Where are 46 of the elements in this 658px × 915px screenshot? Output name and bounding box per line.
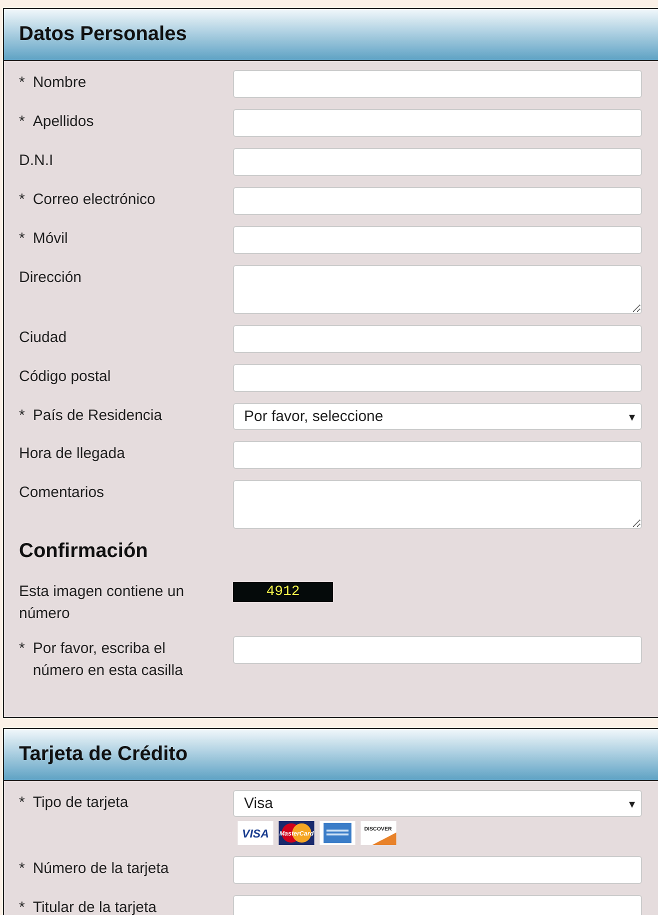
input-field[interactable] [233,187,642,215]
visa-card-icon: VISA [237,821,274,845]
input-field[interactable] [233,895,642,915]
input-field[interactable] [233,364,642,392]
required-mark: * [19,112,25,132]
field-label: Nombre [32,73,86,93]
input-field[interactable] [233,226,642,254]
required-mark: * [19,406,25,426]
required-mark: * [19,190,25,210]
field-label: Móvil [32,229,68,249]
input-field[interactable] [233,109,642,137]
field-label: Hora de llegada [19,444,125,464]
field-label: Por favor, escriba el número en esta casilla [32,639,184,681]
input-field[interactable] [233,441,642,469]
field-label: Tipo de tarjeta [32,793,128,813]
text-area[interactable] [233,480,642,529]
captcha-image: 4912 [233,582,333,602]
field-label: Ciudad [19,328,67,348]
input-field[interactable] [233,70,642,98]
field-label: Dirección [19,268,82,288]
required-mark: * [19,793,25,813]
required-mark: * [19,639,25,659]
input-field[interactable] [233,636,642,664]
section-title: Datos Personales [19,23,187,46]
field-label: Titular de la tarjeta [32,898,157,915]
input-field[interactable] [233,856,642,884]
field-label: País de Residencia [32,406,162,426]
field-label: Esta imagen contiene un número [19,582,186,624]
required-mark: * [19,859,25,879]
field-label: Código postal [19,367,111,387]
field-label: Número de la tarjeta [32,859,169,879]
required-mark: * [19,898,25,915]
input-field[interactable] [233,325,642,353]
required-mark: * [19,229,25,249]
field-label: Comentarios [19,483,104,503]
dropdown[interactable]: Por favor, seleccione ▾ [233,403,642,430]
field-label: D.N.I [19,151,54,171]
amex-card-icon [319,821,356,845]
required-mark: * [19,73,25,93]
text-area[interactable] [233,265,642,314]
field-label: Apellidos [32,112,94,132]
section-title: Tarjeta de Crédito [19,743,188,766]
subsection-title: Confirmación [19,540,149,563]
dropdown[interactable]: Visa ▾ [233,790,642,817]
input-field[interactable] [233,148,642,176]
field-label: Correo electrónico [32,190,156,210]
